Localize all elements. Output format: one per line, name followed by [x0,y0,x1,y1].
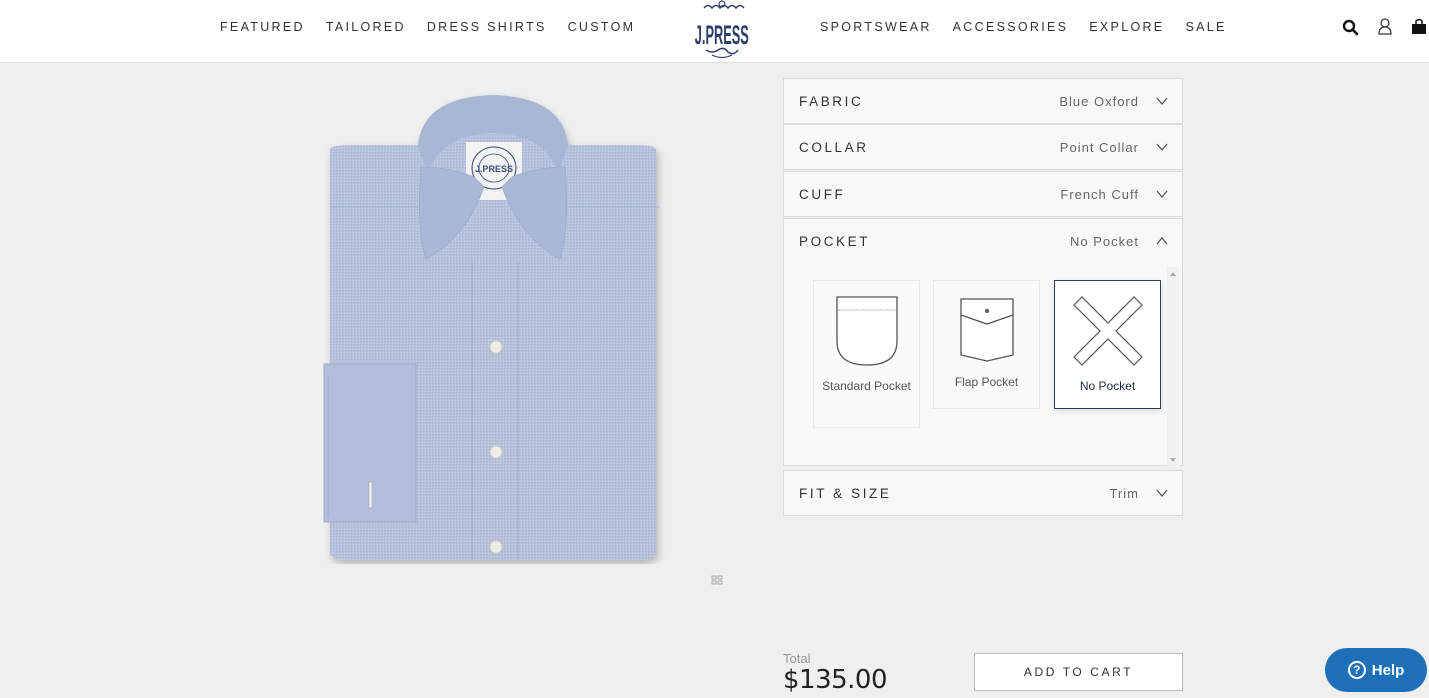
nav-custom[interactable]: CUSTOM [568,20,636,34]
pocket-section: POCKET No Pocket Standard Pocket Flap Po… [783,218,1183,467]
section-value: Point Collar [1059,139,1139,155]
help-label: Help [1371,661,1405,679]
section-value: No Pocket [1070,233,1139,249]
section-title: FABRIC [799,93,864,109]
options-scrollbar[interactable] [1167,267,1179,467]
main-nav-right: SPORTSWEAR ACCESSORIES EXPLORE SALE [820,20,1248,34]
nav-explore[interactable]: EXPLORE [1089,20,1164,34]
svg-text:J.PRESS: J.PRESS [695,20,749,50]
chevron-down-icon [1156,489,1168,497]
product-image: J.PRESS [318,92,672,564]
section-title: COLLAR [799,139,869,155]
svg-text:J.PRESS: J.PRESS [475,164,513,174]
flap-pocket-icon [959,298,1014,362]
gallery-toggle-icon[interactable] [711,572,723,585]
no-pocket-x-icon [1072,296,1143,366]
option-label: Standard Pocket [822,379,911,393]
nav-sportswear[interactable]: SPORTSWEAR [820,20,932,34]
header-icons [1342,17,1428,37]
section-title: POCKET [799,233,871,249]
search-icon[interactable] [1342,17,1360,37]
section-value: Blue Oxford [1059,93,1139,109]
nav-sale[interactable]: SALE [1185,20,1226,34]
option-label: No Pocket [1079,379,1136,393]
nav-dress-shirts[interactable]: DRESS SHIRTS [427,20,547,34]
section-value: Trim [1109,485,1139,501]
cuff-section: CUFF French Cuff [783,171,1183,217]
cuff-section-header[interactable]: CUFF French Cuff [784,172,1182,216]
nav-tailored[interactable]: TAILORED [326,20,406,34]
account-icon[interactable] [1376,17,1394,37]
nav-accessories[interactable]: ACCESSORIES [953,20,1069,34]
shopping-bag-icon[interactable] [1410,17,1428,37]
fit-size-section-header[interactable]: FIT & SIZE Trim [784,471,1182,515]
site-header: FEATURED TAILORED DRESS SHIRTS CUSTOM J.… [0,0,1429,63]
fabric-section-header[interactable]: FABRIC Blue Oxford [784,79,1182,123]
scroll-up-arrow-icon[interactable] [1170,272,1176,276]
option-label: Flap Pocket [954,375,1019,389]
section-title: CUFF [799,186,846,202]
fabric-section: FABRIC Blue Oxford [783,78,1183,124]
total-label: Total [783,651,811,666]
pocket-options-panel: Standard Pocket Flap Pocket No Pocket [784,263,1182,467]
pocket-option-standard[interactable]: Standard Pocket [813,280,920,428]
question-circle-icon: ? [1347,661,1366,679]
chevron-down-icon [1156,190,1168,198]
chevron-down-icon [1156,97,1168,105]
logo-icon: J.PRESS [695,0,749,59]
pocket-option-none[interactable]: No Pocket [1054,280,1161,409]
total-price: $135.00 [783,665,888,695]
chevron-up-icon [1156,237,1168,245]
standard-pocket-icon [835,296,898,366]
main-nav-left: FEATURED TAILORED DRESS SHIRTS CUSTOM [220,20,656,34]
scroll-down-arrow-icon[interactable] [1170,458,1176,462]
pocket-option-flap[interactable]: Flap Pocket [933,280,1040,409]
collar-section: COLLAR Point Collar [783,124,1183,170]
add-to-cart-button[interactable]: ADD TO CART [974,653,1183,691]
section-value: French Cuff [1060,186,1139,202]
help-button[interactable]: ? Help [1325,648,1427,692]
pocket-section-header[interactable]: POCKET No Pocket [784,219,1182,263]
collar-section-header[interactable]: COLLAR Point Collar [784,125,1182,169]
fit-size-section: FIT & SIZE Trim [783,470,1183,516]
jpress-logo[interactable]: J.PRESS [690,0,754,60]
nav-featured[interactable]: FEATURED [220,20,305,34]
section-title: FIT & SIZE [799,485,892,501]
chevron-down-icon [1156,143,1168,151]
